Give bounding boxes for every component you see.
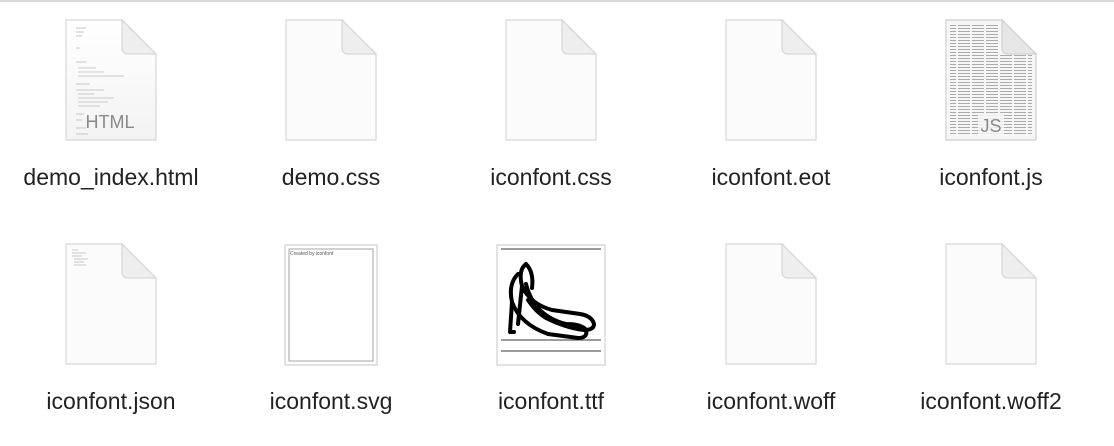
blank-file-icon bbox=[284, 18, 378, 142]
file-item-demo-css[interactable]: demo.css bbox=[221, 18, 441, 218]
blank-file-icon bbox=[504, 18, 598, 142]
file-name: demo.css bbox=[281, 164, 381, 190]
file-item-iconfont-woff[interactable]: iconfont.woff bbox=[661, 242, 881, 442]
js-badge: JS bbox=[980, 116, 1001, 136]
file-name: iconfont.woff2 bbox=[920, 388, 1062, 414]
file-name: iconfont.ttf bbox=[497, 388, 605, 414]
file-item-iconfont-svg[interactable]: Created by iconfont iconfont.svg bbox=[221, 242, 441, 442]
file-item-iconfont-woff2[interactable]: iconfont.woff2 bbox=[881, 242, 1101, 442]
file-name: iconfont.woff bbox=[706, 388, 836, 414]
file-item-iconfont-eot[interactable]: iconfont.eot bbox=[661, 18, 881, 218]
file-name: iconfont.js bbox=[939, 164, 1043, 190]
file-name: iconfont.svg bbox=[269, 388, 393, 414]
js-file-icon: JS bbox=[944, 18, 1038, 142]
html-badge: HTML bbox=[86, 112, 135, 132]
blank-file-icon bbox=[944, 242, 1038, 366]
file-item-iconfont-json[interactable]: iconfont.json bbox=[1, 242, 221, 442]
file-name: iconfont.eot bbox=[711, 164, 831, 190]
svg-preview-text: Created by iconfont bbox=[290, 251, 334, 257]
file-name: demo_index.html bbox=[23, 164, 199, 190]
file-name: iconfont.css bbox=[490, 164, 612, 190]
json-file-icon bbox=[64, 242, 158, 366]
blank-file-icon bbox=[724, 18, 818, 142]
file-grid: HTML demo_index.html demo.css iconfont.c… bbox=[0, 0, 1114, 446]
file-item-demo-index-html[interactable]: HTML demo_index.html bbox=[1, 18, 221, 218]
file-item-iconfont-ttf[interactable]: iconfont.ttf bbox=[441, 242, 661, 442]
file-item-iconfont-css[interactable]: iconfont.css bbox=[441, 18, 661, 218]
file-name: iconfont.json bbox=[46, 388, 176, 414]
blank-file-icon bbox=[724, 242, 818, 366]
file-item-iconfont-js[interactable]: JS iconfont.js bbox=[881, 18, 1101, 218]
svg-preview-icon: Created by iconfont bbox=[284, 244, 378, 366]
font-preview-icon bbox=[496, 244, 606, 366]
html-file-icon: HTML bbox=[64, 18, 158, 142]
